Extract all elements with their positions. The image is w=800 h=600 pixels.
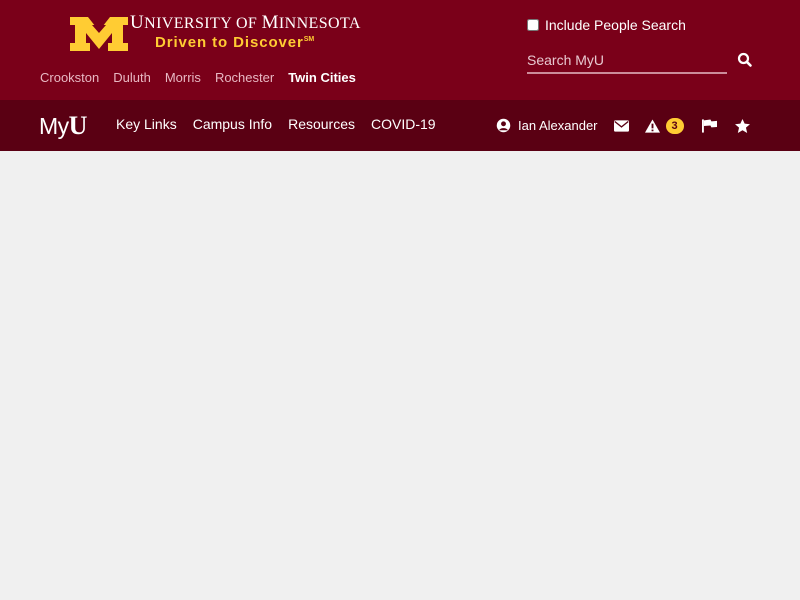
messages-button[interactable] [613,119,629,132]
favorites-button[interactable] [734,118,750,133]
nav-link-key-links[interactable]: Key Links [116,116,177,132]
people-search-label: Include People Search [545,17,686,33]
nav-link-resources[interactable]: Resources [288,116,355,132]
campus-link-duluth[interactable]: Duluth [113,70,151,85]
campus-link-twin-cities[interactable]: Twin Cities [288,70,356,85]
campus-links: Crookston Duluth Morris Rochester Twin C… [40,70,356,85]
campus-link-morris[interactable]: Morris [165,70,201,85]
user-tools: Ian Alexander 3 [496,100,760,151]
flag-button[interactable] [701,118,717,133]
main-navbar: MyU Key Links Campus Info Resources COVI… [0,100,800,151]
alerts-button[interactable]: 3 [644,117,684,134]
nav-link-covid-19[interactable]: COVID-19 [371,116,436,132]
warning-icon [644,118,660,133]
nav-links: Key Links Campus Info Resources COVID-19 [116,116,436,132]
university-logo[interactable]: UNIVERSITY OF MINNESOTA Driven to Discov… [70,12,360,54]
people-search-toggle[interactable]: Include People Search [527,17,686,33]
search-icon [737,52,752,67]
user-menu[interactable]: Ian Alexander [496,118,598,133]
star-icon [734,118,750,133]
block-m-icon [70,17,128,51]
main-content [0,151,800,600]
university-name: UNIVERSITY OF MINNESOTA [130,12,361,33]
campus-link-rochester[interactable]: Rochester [215,70,274,85]
user-name: Ian Alexander [518,118,598,133]
user-circle-icon [496,118,511,133]
search-input[interactable] [527,48,727,74]
campus-link-crookston[interactable]: Crookston [40,70,99,85]
nav-link-campus-info[interactable]: Campus Info [193,116,272,132]
alerts-count-badge: 3 [665,117,684,134]
flag-icon [701,118,717,133]
search-button[interactable] [736,51,754,69]
myu-logo[interactable]: MyU [39,111,87,141]
top-header: UNIVERSITY OF MINNESOTA Driven to Discov… [0,0,800,100]
people-search-checkbox[interactable] [527,19,539,31]
tagline: Driven to DiscoverSM [155,34,315,51]
envelope-icon [613,119,629,132]
